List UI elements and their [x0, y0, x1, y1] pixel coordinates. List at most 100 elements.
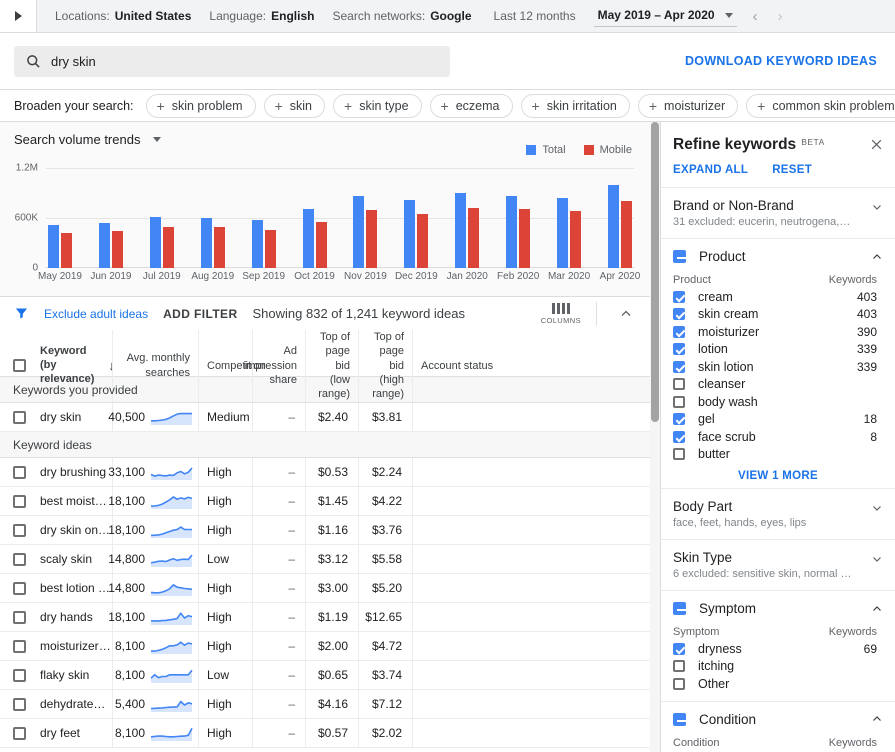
- symptom-checkbox[interactable]: [673, 678, 685, 690]
- bar-mobile: [61, 233, 72, 268]
- symptom-checkbox[interactable]: [673, 643, 685, 655]
- bid-low-cell: $1.16: [305, 516, 358, 544]
- table-row[interactable]: dry skin40,500Medium–$2.40$3.81: [0, 403, 650, 432]
- broaden-chip-eczema[interactable]: +eczema: [430, 94, 513, 118]
- product-checkbox[interactable]: [673, 413, 685, 425]
- table-row[interactable]: dehydrated skin5,400High–$4.16$7.12: [0, 690, 650, 719]
- row-checkbox[interactable]: [13, 411, 26, 424]
- product-checkbox[interactable]: [673, 431, 685, 443]
- scrollbar-thumb[interactable]: [651, 122, 659, 422]
- table-row[interactable]: best moisturizer for dry ...18,100High–$…: [0, 487, 650, 516]
- symptom-item-itching[interactable]: itching: [661, 658, 895, 676]
- broaden-chip-skin[interactable]: +skin: [264, 94, 325, 118]
- product-item-lotion[interactable]: lotion339: [661, 341, 895, 359]
- section-product[interactable]: Product: [661, 239, 895, 266]
- product-checkbox[interactable]: [673, 343, 685, 355]
- product-item-butter[interactable]: butter: [661, 446, 895, 464]
- header-top-of-page-bid-low[interactable]: Top of page bid (low range): [305, 330, 358, 401]
- header-top-of-page-bid-high[interactable]: Top of page bid (high range): [358, 330, 412, 401]
- product-checkbox[interactable]: [673, 308, 685, 320]
- table-row[interactable]: dry feet8,100High–$0.57$2.02: [0, 719, 650, 748]
- account-status-cell: [412, 545, 650, 573]
- row-checkbox[interactable]: [13, 553, 26, 566]
- item-label: skin lotion: [698, 360, 754, 374]
- product-item-cream[interactable]: cream403: [661, 288, 895, 306]
- row-checkbox[interactable]: [13, 611, 26, 624]
- broaden-chip-common-skin-problem[interactable]: +common skin problem: [746, 94, 895, 118]
- locations-setting[interactable]: Locations: United States: [55, 9, 191, 23]
- symptom-item-dryness[interactable]: dryness69: [661, 640, 895, 658]
- columns-button[interactable]: COLUMNS: [541, 303, 581, 325]
- exclude-adult-ideas-link[interactable]: Exclude adult ideas: [44, 307, 148, 321]
- product-checkbox[interactable]: [673, 291, 685, 303]
- symptom-indeterminate-checkbox[interactable]: [673, 602, 686, 615]
- language-setting[interactable]: Language: English: [209, 9, 314, 23]
- prev-period-button[interactable]: ‹: [753, 8, 758, 25]
- view-more-button[interactable]: VIEW 1 MORE: [661, 463, 895, 486]
- row-checkbox[interactable]: [13, 727, 26, 740]
- product-checkbox[interactable]: [673, 378, 685, 390]
- table-row[interactable]: flaky skin8,100Low–$0.65$3.74: [0, 661, 650, 690]
- row-checkbox[interactable]: [13, 495, 26, 508]
- collapse-table-button[interactable]: [612, 308, 640, 320]
- product-checkbox[interactable]: [673, 361, 685, 373]
- date-range-dropdown[interactable]: May 2019 – Apr 2020: [594, 5, 737, 27]
- add-filter-button[interactable]: ADD FILTER: [163, 307, 237, 321]
- chart-type-dropdown[interactable]: Search volume trends: [14, 132, 161, 147]
- section-skin-type[interactable]: Skin Type 6 excluded: sensitive skin, no…: [661, 540, 895, 590]
- networks-setting[interactable]: Search networks: Google: [332, 9, 471, 23]
- download-keyword-ideas-button[interactable]: DOWNLOAD KEYWORD IDEAS: [685, 54, 877, 68]
- table-row[interactable]: dry brushing33,100High–$0.53$2.24: [0, 458, 650, 487]
- close-panel-button[interactable]: [870, 136, 883, 151]
- product-checkbox[interactable]: [673, 396, 685, 408]
- section-body-part[interactable]: Body Part face, feet, hands, eyes, lips: [661, 489, 895, 539]
- bid-low-cell: $1.45: [305, 487, 358, 515]
- keyword-text: dry skin: [40, 410, 81, 424]
- symptom-item-Other[interactable]: Other: [661, 675, 895, 693]
- row-checkbox[interactable]: [13, 669, 26, 682]
- condition-indeterminate-checkbox[interactable]: [673, 713, 686, 726]
- product-checkbox[interactable]: [673, 326, 685, 338]
- table-row[interactable]: scaly skin14,800Low–$3.12$5.58: [0, 545, 650, 574]
- row-checkbox[interactable]: [13, 466, 26, 479]
- expand-panel-button[interactable]: [0, 0, 37, 32]
- table-row[interactable]: dry skin on face18,100High–$1.16$3.76: [0, 516, 650, 545]
- broaden-chip-skin-type[interactable]: +skin type: [333, 94, 422, 118]
- row-checkbox[interactable]: [13, 524, 26, 537]
- table-row[interactable]: dry hands18,100High–$1.19$12.65: [0, 603, 650, 632]
- symptom-checkbox[interactable]: [673, 660, 685, 672]
- legend-label: Total: [542, 144, 565, 156]
- select-all-checkbox[interactable]: [13, 359, 26, 372]
- product-item-skin-cream[interactable]: skin cream403: [661, 306, 895, 324]
- broaden-chip-skin-problem[interactable]: +skin problem: [146, 94, 256, 118]
- competition-cell: High: [198, 487, 252, 515]
- item-label: itching: [698, 659, 734, 673]
- header-account-status[interactable]: Account status: [412, 330, 650, 401]
- next-period-button[interactable]: ›: [778, 8, 783, 25]
- product-item-gel[interactable]: gel18: [661, 411, 895, 429]
- product-item-moisturizer[interactable]: moisturizer390: [661, 323, 895, 341]
- product-item-body-wash[interactable]: body wash: [661, 393, 895, 411]
- row-checkbox[interactable]: [13, 698, 26, 711]
- broaden-chip-moisturizer[interactable]: +moisturizer: [638, 94, 738, 118]
- chevron-up-icon: [871, 251, 883, 263]
- product-item-cleanser[interactable]: cleanser: [661, 376, 895, 394]
- product-indeterminate-checkbox[interactable]: [673, 250, 686, 263]
- section-condition[interactable]: Condition: [661, 702, 895, 729]
- product-checkbox[interactable]: [673, 448, 685, 460]
- expand-all-button[interactable]: EXPAND ALL: [673, 164, 748, 176]
- table-scrollbar[interactable]: [650, 122, 660, 752]
- section-brand-or-non-brand[interactable]: Brand or Non-Brand 31 excluded: eucerin,…: [661, 188, 895, 238]
- row-checkbox[interactable]: [13, 640, 26, 653]
- reset-button[interactable]: RESET: [772, 164, 812, 176]
- broaden-chip-skin-irritation[interactable]: +skin irritation: [521, 94, 630, 118]
- row-checkbox[interactable]: [13, 582, 26, 595]
- section-symptom[interactable]: Symptom: [661, 591, 895, 618]
- table-row[interactable]: best lotion for dry skin14,800High–$3.00…: [0, 574, 650, 603]
- product-item-skin-lotion[interactable]: skin lotion339: [661, 358, 895, 376]
- header-ad-impression-share[interactable]: Ad impression share: [252, 330, 305, 401]
- keyword-search-input[interactable]: dry skin: [14, 46, 450, 77]
- keywords-col-label: Keywords: [829, 737, 877, 749]
- table-row[interactable]: moisturizer for dry skin8,100High–$2.00$…: [0, 632, 650, 661]
- product-item-face-scrub[interactable]: face scrub8: [661, 428, 895, 446]
